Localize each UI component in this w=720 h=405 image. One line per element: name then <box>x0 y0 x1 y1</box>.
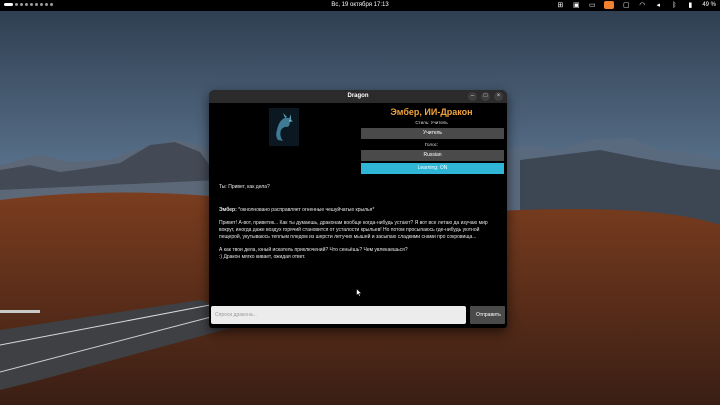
calendar-icon[interactable]: ▣ <box>572 1 580 9</box>
window-icon[interactable]: ▢ <box>622 1 630 9</box>
system-top-bar: Вс, 19 октября 17:13 ⊞ ▣ ▭ ▢ ◠ ◂ ᛒ ▮ 49 … <box>0 0 720 11</box>
maximize-button[interactable]: □ <box>481 92 490 101</box>
orange-app-icon[interactable] <box>604 1 615 9</box>
ai-message-paragraph: А как твои дела, юный искатель приключен… <box>219 247 408 253</box>
style-button[interactable]: Учитель <box>361 128 504 139</box>
composer: Отправить <box>211 306 505 326</box>
window-controls: – □ × <box>468 92 503 101</box>
battery-percent: 49 % <box>702 2 716 8</box>
user-name-label: Ты: <box>219 184 227 190</box>
bluetooth-icon[interactable]: ᛒ <box>670 1 678 9</box>
learning-toggle-button[interactable]: Learning: ON <box>361 163 504 174</box>
mouse-cursor-icon <box>356 288 363 297</box>
character-name: Эмбер, ИИ-Дракон <box>390 107 473 117</box>
apps-icon[interactable]: ⊞ <box>556 1 564 9</box>
user-message: Ты: Привет, как дела? <box>219 184 497 191</box>
ai-message-paragraph: :) Дракон мягко кивает, ожидая ответ. <box>219 254 306 260</box>
window-title: Dragon <box>347 93 369 99</box>
ai-message-header: Эмбер: *окнолновано расправляет огненные… <box>219 207 497 214</box>
dragon-avatar-image <box>269 108 299 146</box>
ai-name-label: Эмбер: <box>219 207 237 213</box>
window-titlebar[interactable]: Dragon – □ × <box>209 90 507 103</box>
notes-icon[interactable]: ▭ <box>588 1 596 9</box>
message-input[interactable] <box>211 306 466 324</box>
style-label: Стиль: Учитель <box>415 120 448 125</box>
battery-icon[interactable]: ▮ <box>686 1 694 9</box>
send-button[interactable]: Отправить <box>470 306 505 324</box>
speaker-icon[interactable]: ◂ <box>654 1 662 9</box>
wifi-icon[interactable]: ◠ <box>638 1 646 9</box>
user-message-text: Привет, как дела? <box>228 184 270 190</box>
voice-button[interactable]: Russian <box>361 150 504 161</box>
ai-action-text: *окнолновано расправляет огненные чешуйч… <box>238 207 375 213</box>
close-button[interactable]: × <box>494 92 503 101</box>
system-tray[interactable]: ⊞ ▣ ▭ ▢ ◠ ◂ ᛒ ▮ 49 % <box>556 1 716 9</box>
ai-message-paragraph: Привет! А-вот, приветик... Как ты думаеш… <box>219 220 488 240</box>
voice-label: Голос: <box>424 142 439 147</box>
chat-log: Ты: Привет, как дела? Эмбер: *окнолнован… <box>219 184 497 267</box>
minimize-button[interactable]: – <box>468 92 477 101</box>
